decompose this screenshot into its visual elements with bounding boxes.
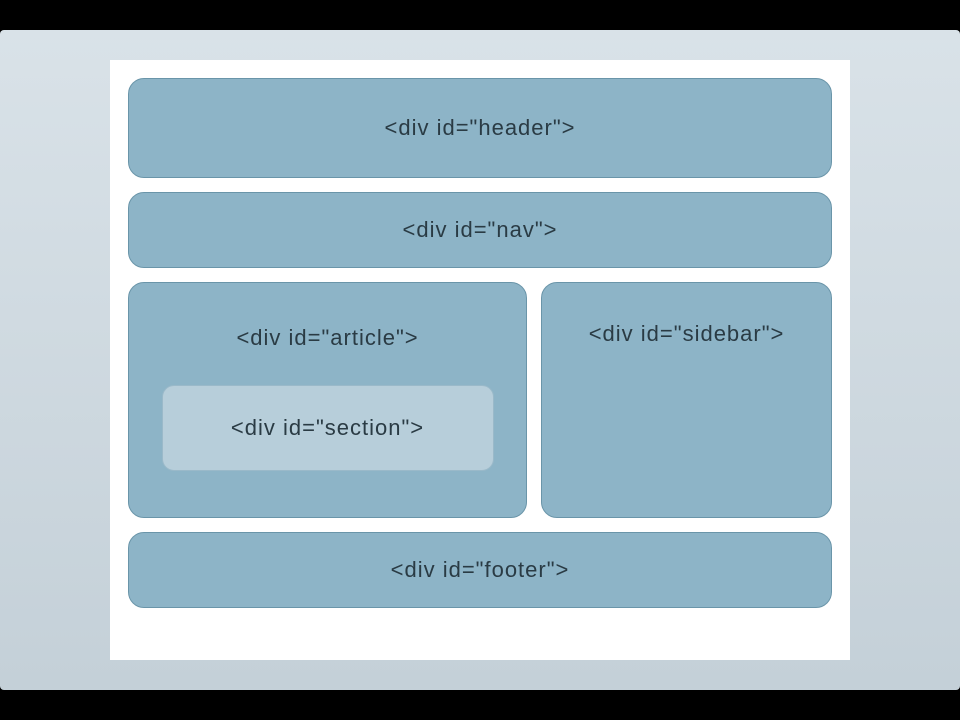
footer-block: <div id="footer"> (128, 532, 832, 608)
article-block: <div id="article"> <div id="section"> (128, 282, 527, 518)
sidebar-label: <div id="sidebar"> (589, 321, 785, 347)
header-block: <div id="header"> (128, 78, 832, 178)
section-block: <div id="section"> (162, 385, 494, 471)
nav-label: <div id="nav"> (403, 217, 558, 243)
layout-container: <div id="header"> <div id="nav"> <div id… (110, 60, 850, 660)
slide-background: <div id="header"> <div id="nav"> <div id… (0, 30, 960, 690)
header-label: <div id="header"> (384, 115, 575, 141)
sidebar-block: <div id="sidebar"> (541, 282, 832, 518)
nav-block: <div id="nav"> (128, 192, 832, 268)
middle-row: <div id="article"> <div id="section"> <d… (128, 282, 832, 518)
section-label: <div id="section"> (231, 415, 424, 441)
article-label: <div id="article"> (236, 325, 418, 351)
footer-label: <div id="footer"> (391, 557, 570, 583)
